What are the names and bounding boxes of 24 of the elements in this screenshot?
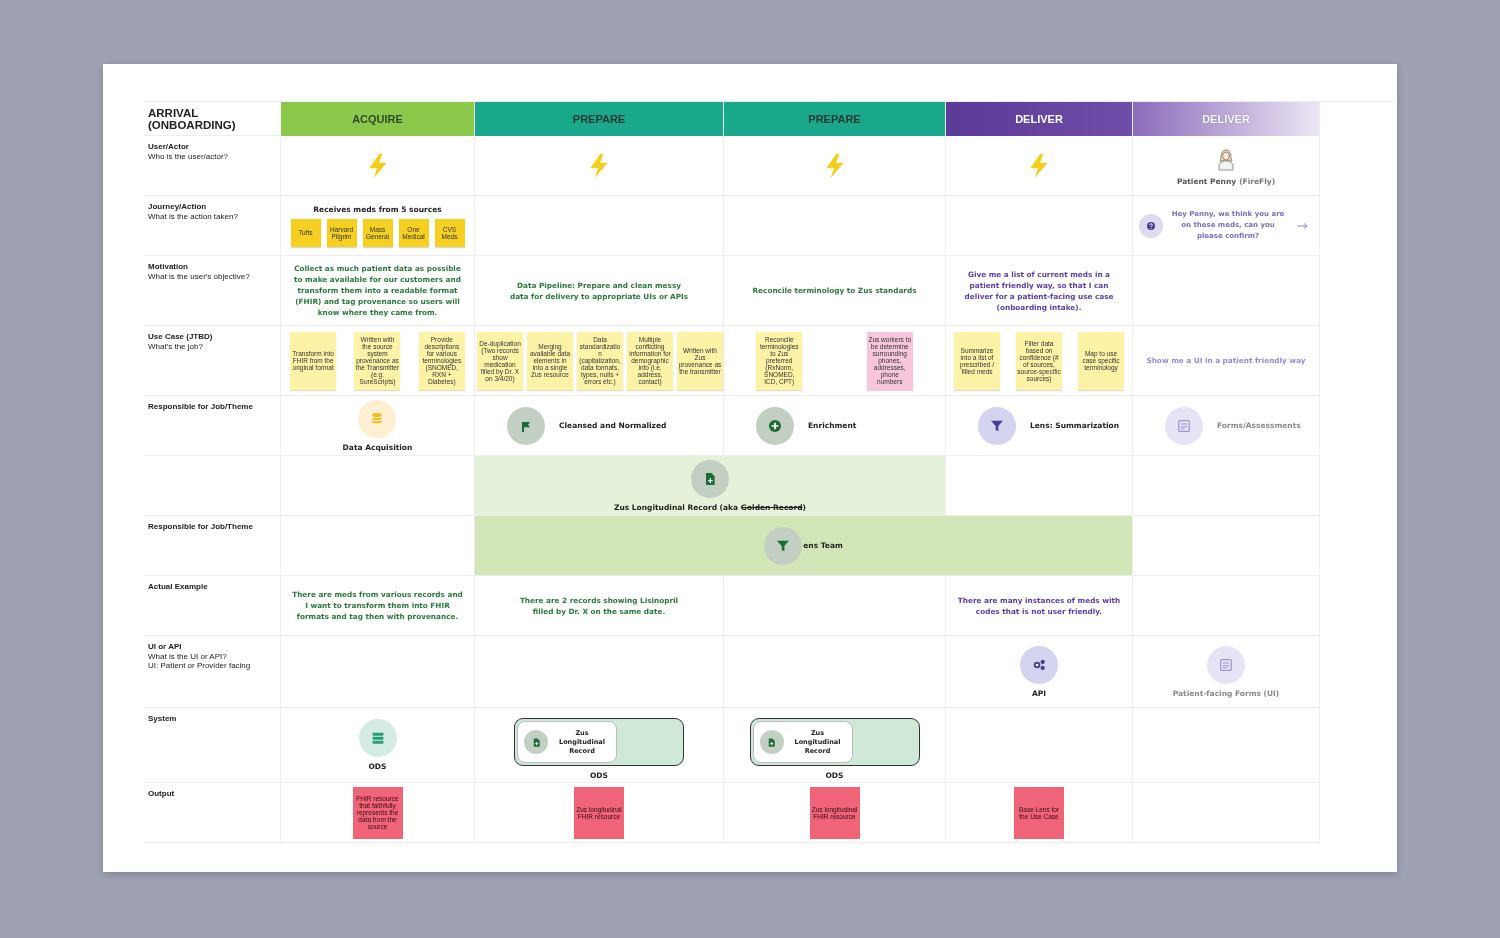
question-icon bbox=[1139, 213, 1163, 238]
row-question: Who is the user/actor? bbox=[148, 151, 230, 161]
row-title: Motivation bbox=[148, 262, 189, 272]
row-question: What is the action taken? bbox=[148, 211, 239, 221]
stage-header: ACQUIRE bbox=[281, 102, 475, 136]
row-title: Use Case (JTBD) bbox=[148, 332, 214, 342]
row-title: Output bbox=[148, 789, 176, 799]
row-title: System bbox=[148, 714, 178, 724]
stage-header: DELIVER bbox=[946, 102, 1133, 136]
stage-header: PREPARE bbox=[724, 102, 946, 136]
stage-header: PREPARE bbox=[475, 102, 724, 136]
row-title: Responsible for Job/Theme bbox=[148, 402, 254, 412]
row-title: Responsible for Job/Theme bbox=[148, 522, 254, 532]
row-title: Journey/Action bbox=[148, 202, 208, 212]
row-question: What is the user's objective? bbox=[148, 271, 251, 281]
row-title: Actual Example bbox=[148, 582, 209, 592]
document-icon bbox=[759, 730, 784, 754]
row-title: UI or API bbox=[148, 642, 183, 652]
document-icon bbox=[524, 730, 548, 754]
row-note: UI: Patient or Provider facing bbox=[148, 661, 252, 671]
row-title: User/Actor bbox=[148, 142, 190, 152]
row-question: What's the job? bbox=[148, 341, 204, 351]
row-question: What is the UI or API? bbox=[148, 651, 228, 661]
stage-header: DELIVER bbox=[1133, 102, 1320, 136]
